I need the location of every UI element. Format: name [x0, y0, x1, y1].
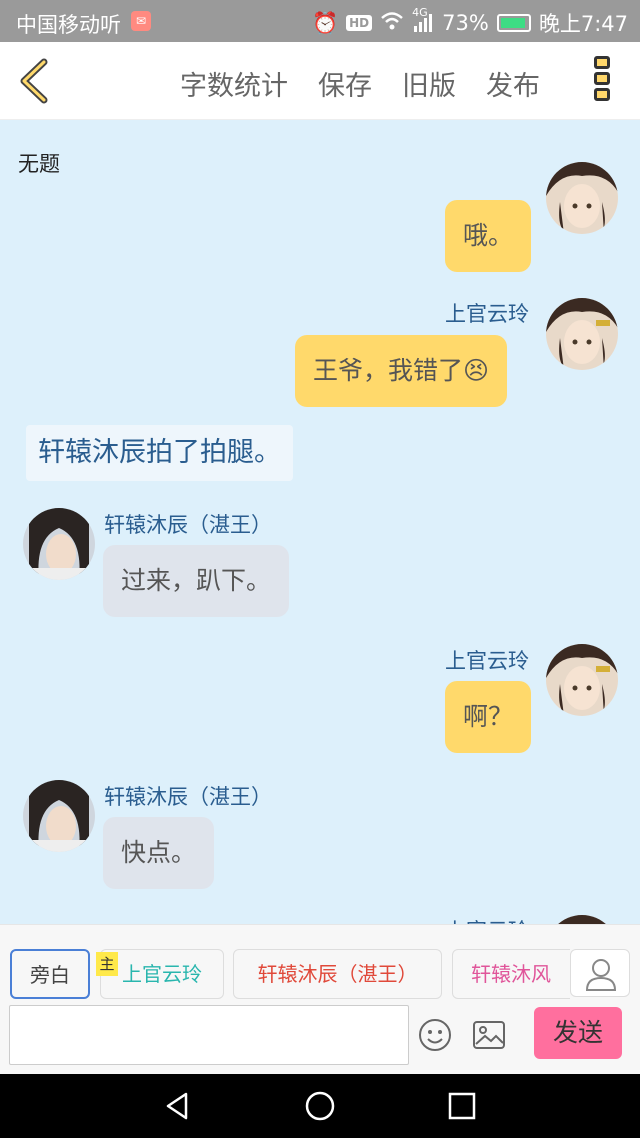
character-manager-button[interactable] — [570, 949, 630, 997]
nav-recents-icon[interactable] — [446, 1090, 478, 1122]
editor-header: 字数统计 保存 旧版 发布 — [0, 42, 640, 120]
story-title: 无题 — [18, 152, 60, 176]
role-chip-shangguan[interactable]: 上官云玲 — [100, 949, 224, 999]
battery-percent: 73% — [442, 11, 489, 35]
wifi-icon — [380, 11, 404, 36]
smiley-icon — [419, 1019, 451, 1051]
battery-icon — [496, 14, 531, 32]
composer-panel: 旁白 上官云玲 轩辕沐辰（湛王） 轩辕沐风 发送 — [0, 924, 640, 1074]
avatar-xuanyuan[interactable] — [23, 508, 95, 580]
speaker-name: 轩辕沐辰（湛王） — [104, 785, 272, 809]
main-character-tag: 主 — [96, 952, 118, 976]
signal-icon: 4G — [412, 6, 434, 35]
clock: 晚上7:47 — [538, 12, 628, 36]
publish-button[interactable]: 发布 — [486, 64, 540, 103]
hd-icon: HD — [346, 15, 373, 31]
menu-dot-icon — [594, 88, 610, 101]
speaker-name: 上官云玲 — [445, 302, 529, 326]
save-button[interactable]: 保存 — [318, 64, 372, 103]
message-bubble[interactable]: 过来，趴下。 — [103, 545, 290, 617]
chevron-left-icon — [20, 58, 48, 104]
message-bubble[interactable]: 快点。 — [103, 817, 215, 889]
speaker-name: 上官云玲 — [445, 649, 529, 673]
message-input[interactable] — [9, 1005, 409, 1065]
nav-back-icon[interactable] — [162, 1090, 194, 1122]
message-bubble[interactable]: 王爷，我错了😣 — [295, 335, 508, 407]
image-button[interactable] — [472, 1020, 506, 1050]
avatar-shangguan[interactable] — [546, 915, 618, 924]
avatar-shangguan[interactable] — [546, 162, 618, 234]
alarm-icon: ⏰ — [311, 10, 339, 35]
word-count-button[interactable]: 字数统计 — [180, 64, 288, 103]
carrier-label: 中国移动听 — [16, 13, 121, 37]
system-nav-bar — [0, 1074, 640, 1138]
role-chip-xuanyuan-chen[interactable]: 轩辕沐辰（湛王） — [233, 949, 442, 999]
more-menu-button[interactable] — [594, 56, 614, 106]
avatar-xuanyuan[interactable] — [23, 780, 95, 852]
avatar-shangguan[interactable] — [546, 298, 618, 370]
role-selector[interactable]: 旁白 上官云玲 轩辕沐辰（湛王） 轩辕沐风 — [10, 949, 570, 999]
menu-dot-icon — [594, 56, 610, 69]
send-button[interactable]: 发送 — [534, 1007, 622, 1059]
back-button[interactable] — [16, 58, 52, 104]
speaker-name: 轩辕沐辰（湛王） — [104, 513, 272, 537]
avatar-shangguan[interactable] — [546, 644, 618, 716]
image-icon — [473, 1021, 505, 1049]
message-bubble[interactable]: 哦。 — [445, 200, 532, 272]
message-bubble[interactable]: 啊？ — [445, 681, 532, 753]
old-version-button[interactable]: 旧版 — [402, 64, 456, 103]
role-chip-xuanyuan-feng[interactable]: 轩辕沐风 — [452, 949, 570, 999]
nav-home-icon[interactable] — [304, 1090, 336, 1122]
status-bar: 中国移动听 ✉ ⏰ HD 4G 73% 晚上7:47 — [0, 0, 640, 42]
emoji-button[interactable] — [418, 1018, 452, 1052]
narration-line[interactable]: 轩辕沐辰拍了拍腿。 — [26, 425, 293, 481]
chat-area[interactable]: 无题 哦。 上官云玲 王爷，我错了😣 轩辕沐辰拍了拍腿。 轩辕沐辰（湛王） 过来… — [0, 120, 640, 924]
speaker-name: 上官云玲 — [445, 915, 529, 924]
role-chip-narrator[interactable]: 旁白 — [10, 949, 90, 999]
menu-dot-icon — [594, 72, 610, 85]
mail-notification-icon: ✉ — [131, 11, 151, 31]
user-icon — [585, 959, 617, 991]
